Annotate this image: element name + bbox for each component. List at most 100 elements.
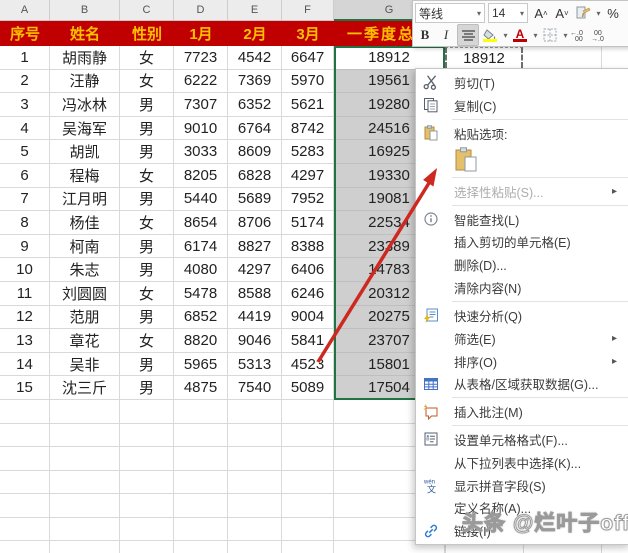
cell[interactable] <box>228 423 282 448</box>
cell[interactable]: 杨佳 <box>50 211 120 235</box>
column-header-F[interactable]: F <box>282 0 334 21</box>
menu-item-paste-options-label[interactable]: 粘贴选项: <box>416 122 628 145</box>
cell[interactable] <box>228 494 282 518</box>
header-cell-1[interactable]: 序号 <box>0 21 50 46</box>
cell[interactable] <box>50 470 120 495</box>
cell[interactable]: 男 <box>120 140 174 164</box>
cell[interactable] <box>174 447 228 471</box>
cell[interactable] <box>174 423 228 448</box>
cell[interactable] <box>282 423 334 448</box>
format-painter-button[interactable] <box>573 3 593 23</box>
cell[interactable] <box>0 494 50 518</box>
cell[interactable]: 1 <box>0 46 50 70</box>
cell[interactable]: 汪静 <box>50 69 120 94</box>
cell[interactable]: 男 <box>120 116 174 141</box>
cell[interactable]: 13 <box>0 329 50 353</box>
cell[interactable]: 8609 <box>228 140 282 164</box>
header-cell-5[interactable]: 2月 <box>228 21 282 46</box>
cell[interactable]: 6764 <box>228 116 282 141</box>
cell[interactable]: 女 <box>120 69 174 94</box>
menu-item-filter[interactable]: 筛选(E) ▸ <box>416 327 628 350</box>
menu-item-smart-lookup[interactable]: 智能查找(L) <box>416 208 628 231</box>
cell[interactable]: 5970 <box>282 69 334 94</box>
header-cell-4[interactable]: 1月 <box>174 21 228 46</box>
cell[interactable]: 4080 <box>174 258 228 282</box>
cell[interactable]: 2 <box>0 69 50 94</box>
cell[interactable] <box>0 470 50 495</box>
column-header-A[interactable]: A <box>0 0 50 21</box>
cell[interactable]: 男 <box>120 234 174 259</box>
cell[interactable] <box>282 494 334 518</box>
cell[interactable]: 5089 <box>282 376 334 400</box>
cell[interactable]: 4542 <box>228 46 282 70</box>
cell[interactable] <box>228 447 282 471</box>
cell[interactable]: 5689 <box>228 187 282 212</box>
cell[interactable] <box>0 541 50 553</box>
shrink-font-button[interactable]: A ˅ <box>552 3 572 23</box>
cell[interactable] <box>120 541 174 553</box>
cell[interactable] <box>282 447 334 471</box>
cell[interactable]: 朱志 <box>50 258 120 282</box>
fill-color-button[interactable] <box>480 25 500 45</box>
cell[interactable]: 4875 <box>174 376 228 400</box>
borders-button[interactable] <box>540 25 560 45</box>
cell[interactable]: 7 <box>0 187 50 212</box>
cell[interactable]: 9004 <box>282 305 334 330</box>
cell[interactable]: 7540 <box>228 376 282 400</box>
cell[interactable] <box>50 399 120 424</box>
cell[interactable]: 7307 <box>174 93 228 117</box>
menu-item-show-phonetic[interactable]: wén 文显示拼音字段(S) <box>416 474 628 497</box>
cell[interactable] <box>120 399 174 424</box>
paste-option-button[interactable] <box>452 146 480 174</box>
font-size-select[interactable]: 14 ▾ <box>488 3 528 23</box>
cell[interactable]: 江月明 <box>50 187 120 212</box>
cell[interactable]: 女 <box>120 211 174 235</box>
font-color-button[interactable]: A <box>510 25 530 45</box>
cell[interactable]: 6828 <box>228 163 282 188</box>
cell[interactable] <box>228 517 282 542</box>
cell[interactable]: 范朋 <box>50 305 120 330</box>
header-cell-3[interactable]: 性别 <box>120 21 174 46</box>
cell[interactable]: 女 <box>120 163 174 188</box>
chevron-down-icon[interactable]: ▾ <box>594 9 603 18</box>
cell[interactable]: 章花 <box>50 329 120 353</box>
cell[interactable]: 5313 <box>228 352 282 377</box>
cell[interactable] <box>0 423 50 448</box>
cell[interactable]: 6 <box>0 163 50 188</box>
cell[interactable] <box>174 541 228 553</box>
cell[interactable]: 5440 <box>174 187 228 212</box>
cell[interactable] <box>50 494 120 518</box>
cell[interactable]: 男 <box>120 258 174 282</box>
cell[interactable]: 女 <box>120 281 174 306</box>
cell[interactable] <box>282 541 334 553</box>
cell[interactable]: 5478 <box>174 281 228 306</box>
bold-button[interactable]: B <box>415 25 435 45</box>
cell[interactable]: 柯南 <box>50 234 120 259</box>
menu-item-get-data-from-table[interactable]: 从表格/区域获取数据(G)... <box>416 372 628 395</box>
header-cell-6[interactable]: 3月 <box>282 21 334 46</box>
cell[interactable] <box>120 517 174 542</box>
chevron-down-icon[interactable]: ▾ <box>531 31 540 40</box>
cell[interactable] <box>120 447 174 471</box>
decrease-decimal-button[interactable]: 00 →.0 <box>591 25 611 45</box>
cell[interactable]: 女 <box>120 46 174 70</box>
menu-item-format-cells[interactable]: 设置单元格格式(F)... <box>416 428 628 451</box>
cell[interactable]: 15 <box>0 376 50 400</box>
cell[interactable]: 12 <box>0 305 50 330</box>
cell[interactable] <box>120 423 174 448</box>
cell[interactable]: 6852 <box>174 305 228 330</box>
cell[interactable]: 沈三斤 <box>50 376 120 400</box>
cell[interactable]: 6174 <box>174 234 228 259</box>
cell[interactable]: 胡凯 <box>50 140 120 164</box>
cell[interactable]: 6406 <box>282 258 334 282</box>
italic-button[interactable]: I <box>436 25 456 45</box>
cell[interactable]: 8588 <box>228 281 282 306</box>
cell[interactable]: 8205 <box>174 163 228 188</box>
menu-item-sort[interactable]: 排序(O) ▸ <box>416 350 628 373</box>
menu-item-clear-contents[interactable]: 清除内容(N) <box>416 276 628 299</box>
copied-cell[interactable]: 18912 <box>445 47 523 68</box>
menu-item-cut[interactable]: 剪切(T) <box>416 71 628 94</box>
cell[interactable]: 9010 <box>174 116 228 141</box>
cell[interactable]: 程梅 <box>50 163 120 188</box>
menu-item-insert-comment[interactable]: 插入批注(M) <box>416 400 628 423</box>
